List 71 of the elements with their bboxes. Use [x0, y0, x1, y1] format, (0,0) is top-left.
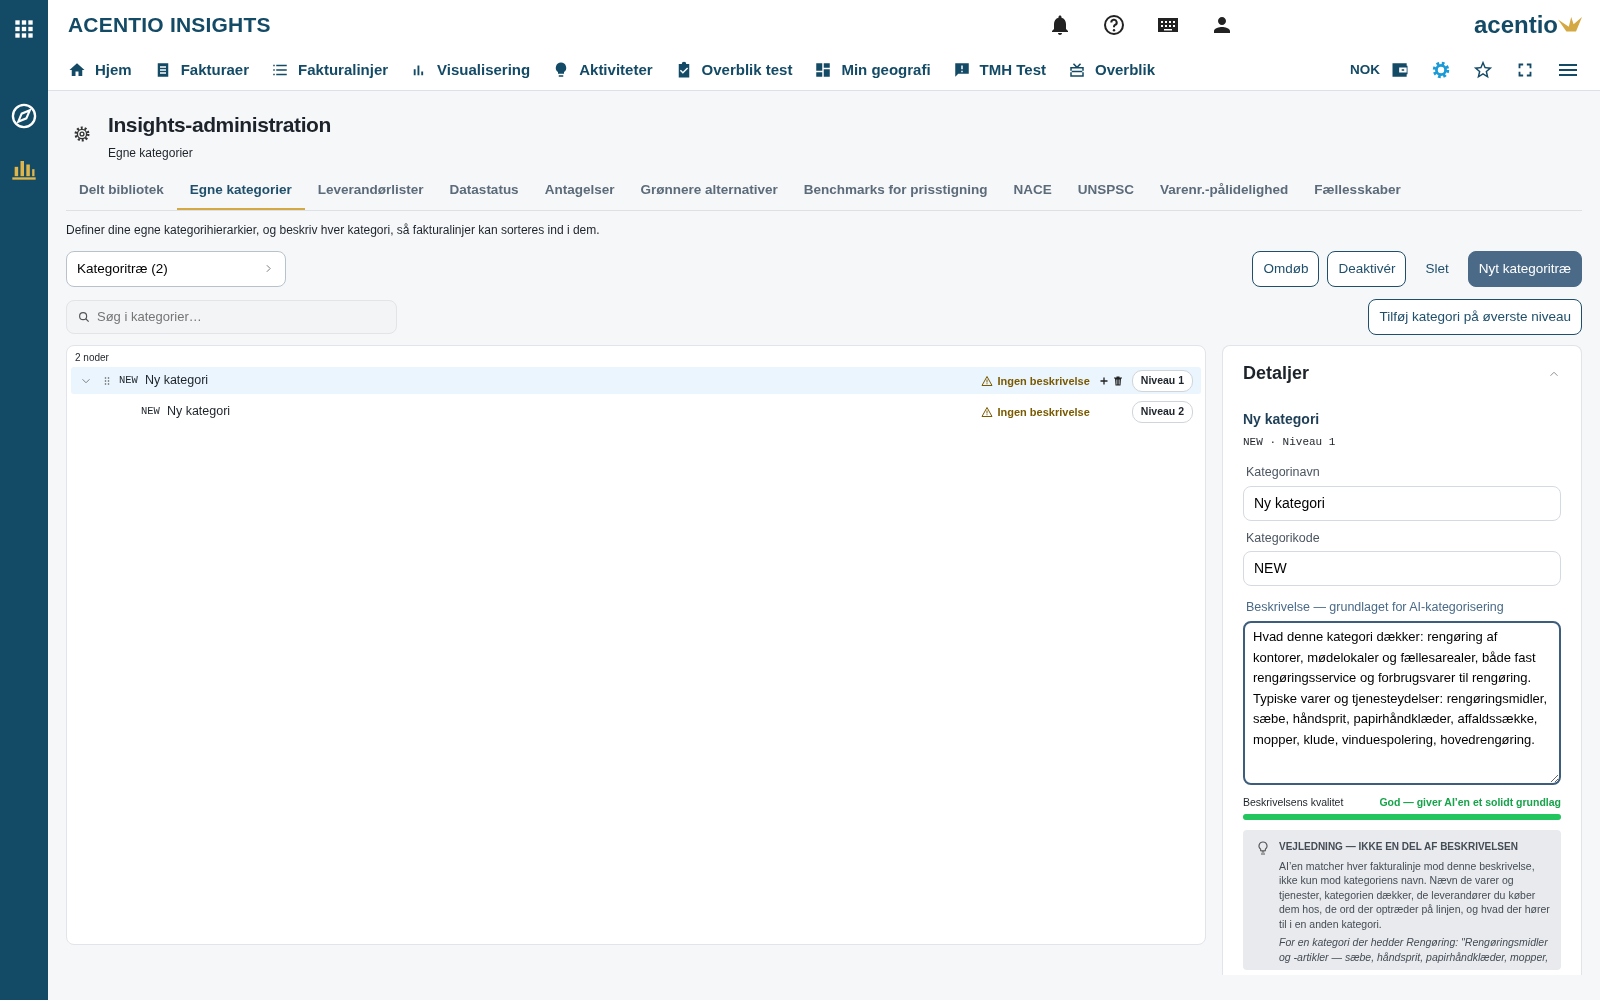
level-badge: Niveau 1	[1131, 369, 1193, 392]
action-button[interactable]: Deaktivér	[1327, 250, 1407, 287]
help-icon[interactable]	[1101, 13, 1126, 37]
warning-label: Ingen beskrivelse	[981, 403, 1090, 420]
guide-example: For en kategori der hedder Rengøring: "Rengøringsmidler og -artikler — sæbe, håndsprit, papirhåndklæder, mopper,	[1279, 935, 1550, 965]
star-icon[interactable]	[1472, 59, 1494, 81]
new-tree-button[interactable]: Nyt kategoritræ	[1467, 250, 1582, 287]
category-name: Ny kategori	[166, 403, 231, 421]
field-label: Beskrivelse — grundlaget for AI-kategorisering	[1246, 599, 1505, 617]
currency-label[interactable]: NOK	[1350, 59, 1380, 81]
node-count: 2 noder	[74, 351, 110, 366]
page-title: Insights-administration	[108, 112, 331, 138]
tab[interactable]: UNSPSC	[1064, 171, 1148, 210]
tab[interactable]: Delt bibliotek	[66, 171, 177, 210]
tab[interactable]: Datastatus	[436, 171, 532, 210]
warning-icon	[981, 374, 994, 387]
logo-text: acentio	[1473, 10, 1558, 40]
tab[interactable]: Egne kategorier	[176, 171, 305, 210]
gift-icon	[1068, 61, 1086, 79]
compass-icon[interactable]	[10, 102, 38, 130]
app-title: ACENTIO INSIGHTS	[68, 12, 271, 39]
tab[interactable]: Leverandørlister	[304, 171, 437, 210]
nav-link[interactable]: Visualisering	[410, 58, 543, 82]
description-field[interactable]: Hvad denne kategori dækker: rengøring af kontorer, mødelokaler og fællesarealer, både fast rengøringsservice og forbrugsvarer til rengøring. Typiske varer og tjenesteydelser: rengøringsmidler, sæbe, håndsprit, papirhåndklæder, affaldssække, mopper, klude, vinduespolering, hovedrengøring.	[1243, 621, 1561, 785]
dashboard-icon	[814, 61, 833, 79]
nav-link[interactable]: Overblik	[1068, 58, 1168, 82]
text-field[interactable]: NEW	[1243, 551, 1561, 587]
nav-link[interactable]: Aktiviteter	[552, 58, 665, 82]
tab[interactable]: Varenr.-pålidelighed	[1147, 171, 1302, 210]
add-top-level-button[interactable]: Tilføj kategori på øverste niveau	[1368, 299, 1582, 336]
tab[interactable]: NACE	[1000, 171, 1065, 210]
guide-title: VEJLEDNING — IKKE EN DEL AF BESKRIVELSEN	[1279, 840, 1519, 855]
nav-link[interactable]: Fakturaer	[153, 58, 262, 82]
nav-link[interactable]: Fakturalinjer	[271, 58, 401, 82]
page-subtitle: Egne kategorier	[108, 144, 194, 162]
quality-label: Beskrivelsens kvalitet	[1243, 794, 1344, 810]
wallet-icon[interactable]	[1390, 60, 1410, 80]
category-meta: NEW · Niveau 1	[1243, 435, 1337, 451]
category-name: Ny kategori	[144, 372, 209, 390]
warning-icon	[981, 405, 994, 418]
nav-link[interactable]: TMH Test	[952, 58, 1058, 82]
intro-text: Definer dine egne kategorihierarkier, og beskriv hver kategori, så fakturalinjer kan sorteres ind i dem.	[66, 221, 601, 239]
warning-label: Ingen beskrivelse	[981, 372, 1090, 389]
quality-reading: God — giver AI’en et solidt grundlag	[1379, 794, 1561, 810]
nav-link[interactable]: Hjem	[68, 58, 144, 82]
details-heading: Detaljer	[1243, 362, 1310, 386]
category-code: NEW	[119, 372, 138, 388]
guide-text: AI’en matcher hver fakturalinje mod denne beskrivelse, ikke kun mod kategoriens navn. Nævn de varer og tjenester, kategorien dækker, de leverandører du køber dem hos, de ord der optræder på linjen, og hvad der hører til i en anden kategori.	[1279, 858, 1551, 932]
tree-dropdown[interactable]: Kategoritræ (2)	[66, 250, 286, 287]
tab[interactable]: Fællesskaber	[1301, 171, 1414, 210]
trash-icon[interactable]	[1111, 374, 1124, 387]
lightbulb-icon	[1255, 840, 1271, 857]
level-badge: Niveau 2	[1131, 400, 1193, 423]
settings-icon[interactable]	[1430, 59, 1452, 81]
search-field[interactable]: Søg i kategorier…	[66, 300, 397, 334]
nav-link[interactable]: Overblik test	[674, 58, 805, 82]
tab[interactable]: Grønnere alternativer	[627, 171, 791, 210]
category-title: Ny kategori	[1243, 410, 1321, 430]
action-button[interactable]: Omdøb	[1252, 250, 1320, 287]
tab[interactable]: Antagelser	[531, 171, 628, 210]
field-label: Kategorinavn	[1246, 463, 1321, 481]
tree-row[interactable]: NEW Ny kategori Ingen beskrivelse Niveau 1	[71, 367, 1201, 395]
tab[interactable]: Benchmarks for prisstigning	[790, 171, 1001, 210]
field-label: Kategorikode	[1246, 529, 1321, 547]
tree-row[interactable]: NEW Ny kategori Ingen beskrivelse Niveau 2	[71, 398, 1201, 426]
home-icon	[68, 61, 86, 79]
category-code: NEW	[141, 403, 160, 419]
nav-link[interactable]: Min geografi	[814, 58, 943, 82]
text-field[interactable]: Ny kategori	[1243, 485, 1561, 521]
action-button[interactable]: Slet	[1414, 250, 1460, 287]
speech-bubble-icon	[952, 61, 971, 79]
